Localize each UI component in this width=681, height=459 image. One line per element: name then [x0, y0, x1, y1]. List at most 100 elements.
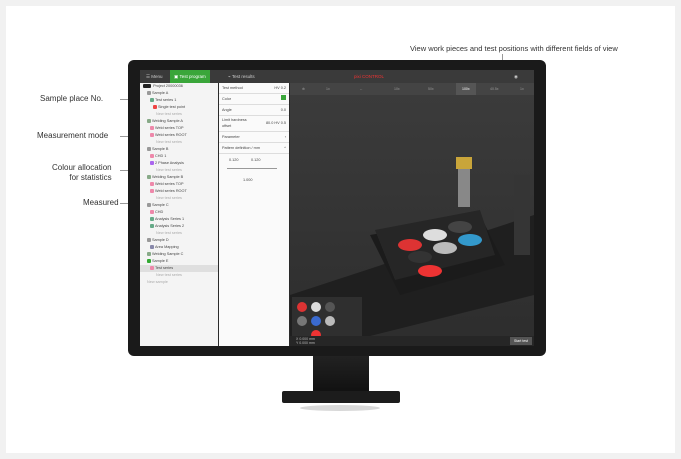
brand-logo: pixi CONTROL — [354, 74, 385, 79]
chevron-up-icon: ^ — [284, 146, 286, 150]
tree-row-label: Weld series TOP — [155, 126, 184, 130]
pattern-label: Pattern definition / mm — [222, 146, 260, 150]
tree-row-label: Welding Sample A — [152, 119, 183, 123]
pattern-b: 0.120 — [251, 158, 261, 162]
tree-row-label: New test series — [156, 168, 182, 172]
user-icon[interactable]: ◉ — [510, 70, 522, 83]
tree-item-icon — [147, 147, 151, 151]
zoom-1x[interactable]: 1x — [326, 83, 330, 95]
pattern-row[interactable]: Pattern definition / mm ^ — [219, 143, 289, 154]
menu-button[interactable]: ☰ Menu — [142, 70, 167, 83]
tree-row-label: Sample B — [152, 147, 169, 151]
limit-unit: HV 0.5 — [274, 121, 286, 125]
tree-row[interactable]: CHD — [140, 209, 218, 216]
properties-panel: Test method HV 0.2 Color Angle 0.0 Limit… — [219, 83, 289, 346]
limit-row[interactable]: Limit hardness offset 80.0 HV 0.5 — [219, 116, 289, 132]
angle-value: 0.0 — [280, 108, 286, 112]
angle-row[interactable]: Angle 0.0 — [219, 105, 289, 116]
top-navigation: ☰ Menu ▣ Test program ⌁ Test results pix… — [140, 70, 534, 83]
tab-test-results[interactable]: ⌁ Test results — [224, 70, 259, 83]
program-icon: ▣ — [174, 74, 179, 79]
parameter-row[interactable]: Parameter › — [219, 132, 289, 143]
monitor-stand-base — [282, 391, 400, 403]
tree-row[interactable]: Welding Sample B — [140, 174, 218, 181]
tree-row-label: CHD — [155, 210, 164, 214]
tree-row-label: Weld series ROOT — [155, 189, 187, 193]
tree-row[interactable]: New test series — [140, 167, 218, 174]
callout-measured: Measured — [83, 198, 119, 207]
tree-row[interactable]: Sample A — [140, 90, 218, 97]
tree-row[interactable]: New test series — [140, 195, 218, 202]
tree-item-icon — [150, 133, 154, 137]
tree-item-icon — [150, 126, 154, 130]
tree-row[interactable]: New test series — [140, 139, 218, 146]
project-label: Project 20000036 — [153, 84, 183, 88]
tree-row[interactable]: New test series — [140, 230, 218, 237]
tree-row[interactable]: Welding Sample C — [140, 251, 218, 258]
zoom-50x[interactable]: 50x — [428, 83, 434, 95]
tree-row[interactable]: Weld series ROOT — [140, 132, 218, 139]
tree-row-label: Test series 1 — [155, 98, 177, 102]
test-method-value: HV 0.2 — [274, 86, 286, 90]
tree-row-label: New test series — [156, 273, 182, 277]
test-method-label: Test method — [222, 86, 243, 90]
test-method-row[interactable]: Test method HV 0.2 — [219, 83, 289, 94]
zoom-1x-b[interactable]: 1x — [520, 83, 524, 95]
color-swatch[interactable] — [281, 94, 286, 104]
tree-row[interactable]: New test series — [140, 272, 218, 279]
tree-row[interactable]: Test series — [140, 265, 218, 272]
tree-row[interactable]: Sample E — [140, 258, 218, 265]
tree-item-icon — [150, 217, 154, 221]
zoom-10x[interactable]: 10x — [394, 83, 400, 95]
parameter-label: Parameter — [222, 135, 240, 139]
tree-row[interactable]: New sample — [140, 279, 218, 286]
tree-item-icon — [150, 224, 154, 228]
tree-row-label: New sample — [147, 280, 168, 284]
callout-colour-line1: Colour allocation — [52, 163, 112, 172]
tree-row[interactable]: New test series — [140, 111, 218, 118]
tree-row[interactable]: Single test point — [140, 104, 218, 111]
tree-row-label: Test series — [155, 266, 174, 270]
monitor: ☰ Menu ▣ Test program ⌁ Test results pix… — [128, 60, 546, 356]
color-label: Color — [222, 97, 232, 101]
tree-row[interactable]: Weld series TOP — [140, 125, 218, 132]
tree-row[interactable]: Sample C — [140, 202, 218, 209]
tree-row[interactable]: Analysis Series 2 — [140, 223, 218, 230]
tree-row-label: New test series — [156, 112, 182, 116]
tree-row-label: New test series — [156, 140, 182, 144]
callout-fields-of-view: View work pieces and test positions with… — [410, 44, 618, 53]
tree-row-label: 2 Phase Analysis — [155, 161, 184, 165]
tree-row[interactable]: Welding Sample A — [140, 118, 218, 125]
tree-row-label: Sample D — [152, 238, 169, 242]
tab-test-program[interactable]: ▣ Test program — [170, 70, 210, 83]
tree-row[interactable]: Sample B — [140, 146, 218, 153]
project-row[interactable]: Project 20000036 — [140, 83, 218, 90]
start-test-button[interactable]: Start test — [509, 337, 532, 345]
zoom-100x[interactable]: 100x — [456, 83, 476, 95]
project-icon — [143, 84, 151, 88]
tree-item-icon — [153, 105, 157, 109]
chevron-right-icon: › — [284, 135, 286, 139]
coord-y: Y 0.000 mm — [296, 341, 315, 345]
zoom-dash[interactable]: -- — [360, 83, 362, 95]
zoom-40x[interactable]: 40.5x — [490, 83, 499, 95]
tree-row-label: Weld series ROOT — [155, 133, 187, 137]
callout-colour-line2: for statistics — [69, 173, 112, 182]
pattern-c: 1.000 — [243, 178, 253, 182]
crosshair-icon[interactable]: ⊕ — [302, 83, 305, 95]
tree-row[interactable]: Weld series ROOT — [140, 188, 218, 195]
pattern-editor[interactable]: 0.120 0.120 1.000 — [219, 154, 289, 194]
tree-row[interactable]: Area Mapping — [140, 244, 218, 251]
tree-row[interactable]: Analysis Series 1 — [140, 216, 218, 223]
tree-row[interactable]: CHD 1 — [140, 153, 218, 160]
tree-row[interactable]: Test series 1 — [140, 97, 218, 104]
tree-row[interactable]: 2 Phase Analysis — [140, 160, 218, 167]
tree-item-icon — [150, 210, 154, 214]
color-row[interactable]: Color — [219, 94, 289, 105]
tree-row[interactable]: Weld series TOP — [140, 181, 218, 188]
pattern-line — [227, 168, 277, 169]
tree-item-icon — [150, 182, 154, 186]
callout-sample-place: Sample place No. — [40, 94, 104, 103]
tree-row[interactable]: Sample D — [140, 237, 218, 244]
tree-item-icon — [147, 259, 151, 263]
